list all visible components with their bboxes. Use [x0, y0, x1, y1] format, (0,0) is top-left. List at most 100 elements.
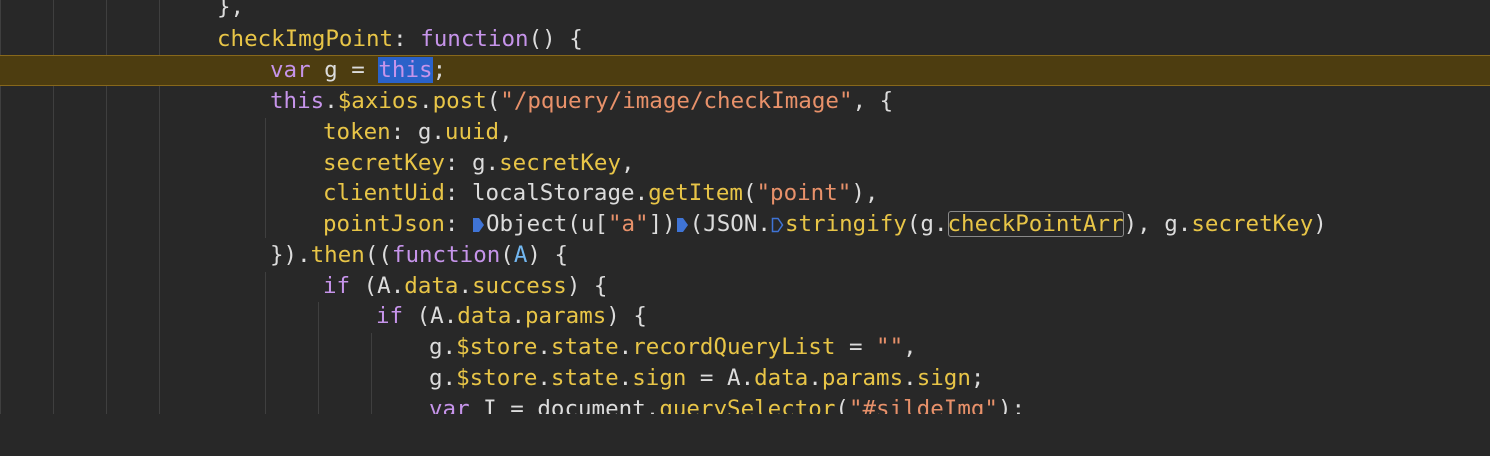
token: $axios — [337, 88, 420, 114]
string-literal: "point" — [756, 180, 852, 206]
token: ; — [432, 57, 447, 83]
current-line-highlight[interactable]: var g = this; — [0, 55, 1490, 86]
code-line[interactable]: this.$axios.post("/pquery/image/checkIma… — [0, 86, 1490, 117]
string-literal: "#sildeImg" — [848, 396, 998, 414]
token: (A. — [350, 273, 405, 299]
token: ) — [1313, 211, 1327, 237]
highlighted-reference[interactable]: checkPointArr — [947, 211, 1124, 237]
code-line[interactable]: if (A.data.params) { — [0, 301, 1490, 332]
code-line[interactable]: g.$store.state.sign = A.data.params.sign… — [0, 363, 1490, 394]
code-editor[interactable]: }, checkImgPoint: function() { var g = t… — [0, 0, 1490, 414]
inlay-hint-icon[interactable] — [676, 216, 689, 234]
token: data — [754, 365, 809, 391]
token: }). — [270, 242, 311, 268]
code-line[interactable]: pointJson: Object(u["a"]) (JSON. stringify… — [0, 209, 1490, 240]
token: clientUid — [323, 180, 445, 206]
token: () { — [528, 26, 583, 52]
token: . — [903, 365, 917, 391]
token: $store — [456, 334, 538, 360]
token: if — [376, 303, 404, 329]
token: ), g. — [1123, 211, 1192, 237]
token: then — [310, 242, 365, 268]
token: ( — [835, 396, 849, 414]
string-literal: "a" — [607, 211, 649, 237]
token: : — [393, 26, 421, 52]
token: ( — [486, 88, 501, 114]
token: I = document. — [469, 396, 660, 414]
token: ]) — [648, 211, 676, 237]
token: querySelector — [659, 396, 836, 414]
token: g. — [429, 334, 457, 360]
token: = — [835, 334, 877, 360]
token: . — [618, 365, 633, 391]
token: pointJson — [323, 211, 445, 237]
token: . — [537, 365, 551, 391]
code-line[interactable]: secretKey: g.secretKey, — [0, 148, 1490, 179]
code-line[interactable]: }).then((function(A) { — [0, 240, 1490, 271]
token: checkImgPoint — [217, 26, 394, 52]
token: . — [511, 303, 526, 329]
token: var — [270, 57, 311, 83]
token: $store — [456, 365, 538, 391]
token: ) { — [566, 273, 608, 299]
token: function — [420, 26, 529, 52]
inlay-hint-icon[interactable] — [472, 216, 485, 234]
token: (A. — [403, 303, 458, 329]
token: ( — [742, 180, 757, 206]
code-line[interactable]: clientUid: localStorage.getItem("point")… — [0, 178, 1490, 209]
token: recordQueryList — [632, 334, 836, 360]
token: if — [323, 273, 351, 299]
token: A — [513, 242, 528, 268]
token: data — [404, 273, 459, 299]
token: . — [537, 334, 551, 360]
string-literal: "" — [876, 334, 904, 360]
token: secretKey — [323, 150, 445, 176]
token: uuid — [444, 119, 500, 145]
token: getItem — [648, 180, 743, 206]
token: function — [391, 242, 501, 268]
token: g = — [310, 57, 379, 83]
code-line[interactable]: token: g.uuid, — [0, 117, 1490, 148]
token: var — [429, 396, 470, 414]
token: ), — [851, 180, 879, 206]
token: sign — [632, 365, 687, 391]
token: (JSON. — [689, 211, 771, 237]
token: }, — [217, 0, 245, 20]
token: ) { — [527, 242, 569, 268]
token: params — [821, 365, 904, 391]
token: ; — [970, 365, 985, 391]
token: , — [499, 119, 513, 145]
inlay-hint-outline-icon[interactable] — [771, 216, 784, 234]
token: data — [457, 303, 512, 329]
code-line[interactable]: checkImgPoint: function() { — [0, 24, 1490, 55]
token: sign — [916, 365, 971, 391]
token: . — [618, 334, 633, 360]
token: , — [621, 150, 635, 176]
token: = A. — [686, 365, 755, 391]
token: : g. — [390, 119, 445, 145]
token: Object(u[ — [486, 211, 608, 237]
code-line[interactable]: var I = document.querySelector("#sildeIm… — [0, 394, 1490, 414]
code-line[interactable]: g.$store.state.recordQueryList = "", — [0, 332, 1490, 363]
token: . — [419, 88, 433, 114]
token: state — [550, 334, 619, 360]
token: success — [472, 273, 567, 299]
token: ) { — [606, 303, 647, 329]
token: , — [903, 334, 917, 360]
code-line[interactable]: if (A.data.success) { — [0, 271, 1490, 302]
token: params — [525, 303, 607, 329]
token: stringify — [784, 211, 907, 237]
token: g. — [429, 365, 457, 391]
token: ( — [500, 242, 514, 268]
token: : localStorage. — [444, 180, 649, 206]
token: this — [270, 88, 325, 114]
token: (( — [364, 242, 392, 268]
string-literal: "/pquery/image/checkImage" — [500, 88, 853, 114]
code-line[interactable]: }, — [0, 0, 1490, 23]
token: : g. — [444, 150, 500, 176]
selected-text[interactable]: this — [378, 57, 433, 83]
token: . — [458, 273, 473, 299]
token: . — [324, 88, 338, 114]
token: post — [432, 88, 487, 114]
token: token — [323, 119, 391, 145]
